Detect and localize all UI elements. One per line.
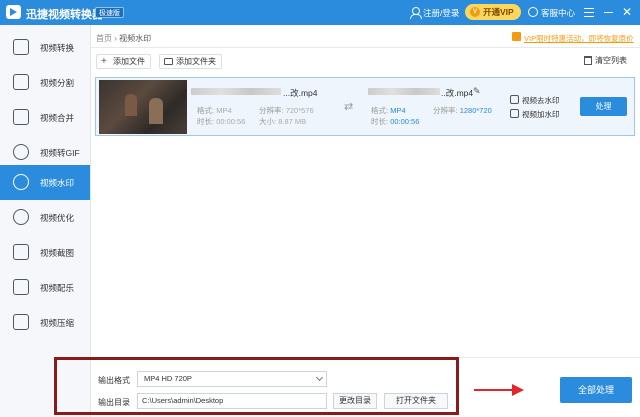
source-duration: 时长: 00:00:56: [197, 117, 246, 126]
sidebar-item-video-optimize[interactable]: 视频优化: [0, 200, 90, 235]
vip-button-label: 开通VIP: [483, 7, 514, 17]
sidebar-item-video-convert[interactable]: 视频转换: [0, 30, 90, 65]
output-dir-label: 输出目录: [98, 398, 130, 407]
output-format-value: MP4 HD 720P: [144, 374, 192, 383]
output-dir-field[interactable]: C:\Users\admin\Desktop: [137, 393, 327, 409]
add-file-label: 添加文件: [113, 57, 145, 66]
breadcrumb-separator: ›: [114, 34, 117, 43]
watermark-icon: [13, 174, 29, 190]
sidebar-item-video-compress[interactable]: 视频压缩: [0, 305, 90, 340]
add-folder-button[interactable]: 添加文件夹: [159, 54, 222, 69]
menu-icon[interactable]: [584, 8, 594, 17]
vip-crown-icon: V: [470, 7, 480, 17]
breadcrumb-current: 视频水印: [119, 34, 152, 43]
promo-link[interactable]: VIP限时特惠活动，即将恢复原价: [524, 33, 634, 44]
breadcrumb: 首页 › 视频水印: [96, 33, 151, 44]
merge-icon: [13, 109, 29, 125]
edit-name-icon[interactable]: ✎: [473, 86, 481, 97]
optimize-icon: [13, 209, 29, 225]
convert-arrow-icon: ⇄: [344, 101, 354, 113]
app-logo-icon: [6, 5, 21, 19]
add-folder-label: 添加文件夹: [176, 57, 216, 66]
music-icon: [13, 279, 29, 295]
process-all-button[interactable]: 全部处理: [560, 377, 632, 403]
customer-service-link[interactable]: 客服中心: [541, 7, 575, 19]
output-resolution: 分辨率: 1280*720: [433, 106, 492, 115]
output-duration: 时长: 00:00:56: [371, 117, 420, 126]
sidebar-item-video-watermark[interactable]: 视频水印: [0, 165, 90, 200]
sidebar-item-label: 视频配乐: [40, 283, 75, 293]
remove-watermark-icon: [510, 95, 519, 104]
source-file-name: ...改.mp4: [283, 88, 318, 98]
plus-icon: +: [101, 56, 107, 67]
vip-button[interactable]: V 开通VIP: [465, 4, 521, 20]
add-watermark-icon: [510, 109, 519, 118]
output-name-redacted: [368, 88, 440, 95]
toolbar-divider: [91, 47, 640, 48]
sidebar-item-label: 视频分割: [40, 78, 75, 88]
gift-icon: [512, 32, 521, 41]
close-icon[interactable]: ✕: [622, 5, 632, 19]
user-icon[interactable]: [410, 7, 422, 19]
add-watermark-link[interactable]: 视频加水印: [510, 109, 560, 120]
clear-list-button[interactable]: 清空列表: [582, 54, 627, 69]
breadcrumb-home[interactable]: 首页: [96, 34, 112, 43]
sidebar-item-label: 视频合并: [40, 113, 75, 123]
source-format: 格式: MP4: [197, 106, 232, 115]
sidebar-item-video-split[interactable]: 视频分割: [0, 65, 90, 100]
app-title: 迅捷视频转换器: [26, 9, 103, 21]
source-size: 大小: 8.87 MB: [259, 117, 307, 126]
gif-icon: [13, 144, 29, 160]
chevron-down-icon: [315, 373, 324, 382]
split-icon: [13, 74, 29, 90]
sidebar-item-label: 视频优化: [40, 213, 75, 223]
arrow-annotation: [474, 389, 514, 391]
minimize-icon[interactable]: [604, 12, 613, 13]
video-thumbnail: [99, 80, 187, 134]
add-file-button[interactable]: + 添加文件: [96, 54, 151, 69]
trash-icon: [584, 56, 592, 65]
sidebar-item-video-merge[interactable]: 视频合并: [0, 100, 90, 135]
arrow-head-icon: [512, 384, 524, 396]
sidebar-item-label: 视频转换: [40, 43, 75, 53]
sidebar-item-label: 视频截图: [40, 248, 75, 258]
file-row[interactable]: ...改.mp4 格式: MP4 分辨率: 720*576 时长: 00:00:…: [95, 77, 635, 136]
sidebar-item-video-music[interactable]: 视频配乐: [0, 270, 90, 305]
process-button[interactable]: 处理: [580, 97, 627, 116]
screenshot-icon: [13, 244, 29, 260]
edition-badge: 极速版: [95, 7, 124, 18]
sidebar-item-label: 视频转GIF: [40, 148, 80, 158]
open-folder-button[interactable]: 打开文件夹: [384, 393, 448, 409]
login-link[interactable]: 注册/登录: [423, 7, 459, 19]
output-format: 格式: MP4: [371, 106, 406, 115]
sidebar-item-video-screenshot[interactable]: 视频截图: [0, 235, 90, 270]
video-convert-icon: [13, 39, 29, 55]
compress-icon: [13, 314, 29, 330]
source-name-redacted: [191, 88, 281, 95]
sidebar-item-label: 视频压缩: [40, 318, 75, 328]
clear-list-label: 清空列表: [595, 56, 627, 65]
output-format-label: 输出格式: [98, 376, 130, 385]
source-resolution: 分辨率: 720*576: [259, 106, 314, 115]
remove-watermark-link[interactable]: 视频去水印: [510, 95, 560, 106]
title-bar: 迅捷视频转换器 极速版 注册/登录 V 开通VIP 客服中心 ✕: [0, 0, 640, 25]
sidebar-item-label: 视频水印: [40, 178, 75, 188]
change-dir-button[interactable]: 更改目录: [333, 393, 377, 409]
output-file-name: ..改.mp4: [441, 88, 474, 98]
output-format-select[interactable]: MP4 HD 720P: [137, 371, 327, 387]
folder-icon: [164, 58, 173, 65]
customer-service-icon[interactable]: [528, 7, 538, 17]
